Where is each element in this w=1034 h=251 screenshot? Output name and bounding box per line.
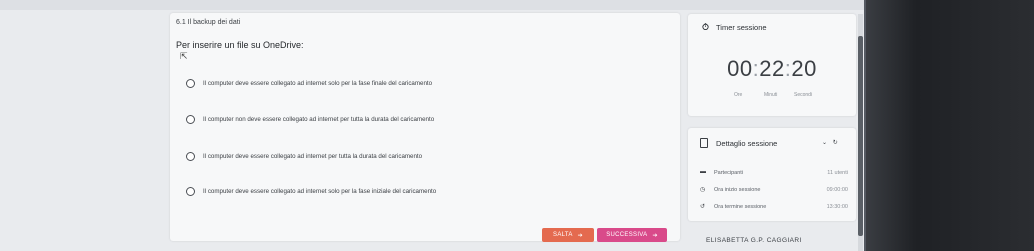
timer-seconds: 20: [791, 56, 817, 81]
question-card: 6.1 Il backup dei dati Per inserire un f…: [170, 13, 680, 241]
question-prompt: Per inserire un file su OneDrive:: [176, 40, 304, 50]
skip-button[interactable]: SALTA ➔: [542, 228, 594, 242]
monitor-bezel: [866, 0, 1034, 251]
document-icon: [700, 138, 708, 148]
timer-clock: 00:22:20: [727, 56, 817, 81]
radio-button[interactable]: [186, 115, 195, 124]
start-time-value: 09:00:00: [826, 187, 848, 193]
top-bar: [0, 0, 864, 10]
answer-option-label: Il computer deve essere collegato ad int…: [203, 80, 433, 87]
next-button-label: SUCCESSIVA: [606, 232, 648, 238]
timer-minutes: 22: [759, 56, 785, 81]
user-name: ELISABETTA G.P. CAGGIARI: [706, 237, 802, 244]
timer-hours: 00: [727, 56, 753, 81]
end-time-value: 13:30:00: [826, 204, 848, 210]
timer-unit-hours: Ore: [734, 92, 743, 98]
answer-option-label: Il computer deve essere collegato ad int…: [203, 153, 423, 160]
chevron-down-icon[interactable]: ⌄: [822, 140, 827, 146]
participants-label: Partecipanti: [714, 170, 744, 176]
end-time-label: Ora termine sessione: [714, 204, 767, 210]
arrow-right-icon: ➔: [652, 232, 658, 239]
history-icon: ↺: [700, 204, 706, 210]
timer-unit-seconds: Secondi: [794, 92, 813, 98]
refresh-icon[interactable]: ↻: [833, 140, 838, 146]
session-card-actions[interactable]: ⌄ ↻: [822, 139, 838, 146]
radio-button[interactable]: [186, 152, 195, 161]
question-number: 6.1 Il backup dei dati: [176, 19, 241, 26]
answer-option-2[interactable]: Il computer non deve essere collegato ad…: [186, 115, 434, 124]
stopwatch-icon: [702, 23, 709, 30]
scrollbar-thumb[interactable]: [858, 36, 863, 236]
answer-option-3[interactable]: Il computer deve essere collegato ad int…: [186, 152, 422, 161]
timer-card: Timer sessione 00:22:20 Ore Minuti Secon…: [688, 14, 856, 116]
clock-icon: ◷: [700, 187, 706, 193]
start-time-row: ◷ Ora inizio sessione 09:00:00: [698, 186, 848, 196]
start-time-label: Ora inizio sessione: [714, 187, 761, 193]
end-time-row: ↺ Ora termine sessione 13:30:00: [698, 203, 848, 213]
radio-button[interactable]: [186, 79, 195, 88]
answer-option-label: Il computer deve essere collegato ad int…: [203, 188, 437, 195]
answer-option-1[interactable]: Il computer deve essere collegato ad int…: [186, 79, 432, 88]
session-card: Dettaglio sessione ⌄ ↻ ▬ Partecipanti 11…: [688, 128, 856, 221]
skip-button-label: SALTA: [553, 232, 573, 238]
mouse-pointer-icon: ⇱: [180, 51, 188, 61]
participants-icon: ▬: [700, 169, 706, 175]
session-title: Dettaglio sessione: [716, 139, 778, 148]
timer-title: Timer sessione: [716, 23, 767, 32]
next-button[interactable]: SUCCESSIVA ➔: [597, 228, 667, 242]
arrow-right-icon: ➔: [577, 232, 583, 239]
answer-option-label: Il computer non deve essere collegato ad…: [203, 116, 435, 123]
participants-value: 11 utenti: [827, 170, 848, 176]
radio-button[interactable]: [186, 187, 195, 196]
participants-row: ▬ Partecipanti 11 utenti: [698, 169, 848, 179]
answer-option-4[interactable]: Il computer deve essere collegato ad int…: [186, 187, 436, 196]
timer-unit-minutes: Minuti: [764, 92, 778, 98]
